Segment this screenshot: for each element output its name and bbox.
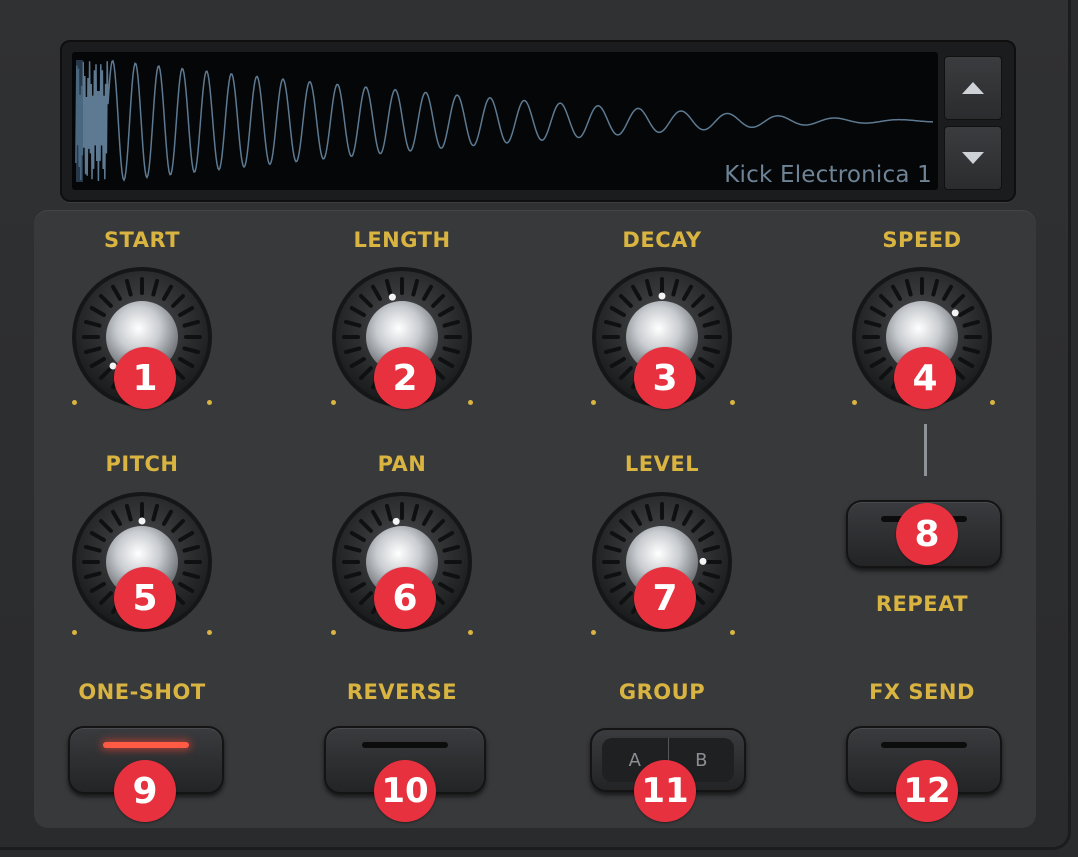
callout-badge-6: 6 — [374, 567, 436, 629]
waveform-display: Kick Electronica 1 — [72, 52, 938, 190]
one-shot-label: ONE-SHOT — [78, 680, 206, 704]
fx-send-label: FX SEND — [869, 680, 975, 704]
knob-indicator — [392, 517, 400, 525]
callout-badge-4: 4 — [894, 347, 956, 409]
group-label: GROUP — [618, 680, 706, 704]
sample-name: Kick Electronica 1 — [724, 162, 932, 188]
speed-repeat-connector — [924, 424, 927, 476]
next-sample-button[interactable] — [944, 126, 1002, 190]
range-dot — [331, 630, 336, 635]
one-shot-led — [103, 742, 189, 748]
callout-badge-8: 8 — [896, 503, 958, 565]
pitch-label: PITCH — [105, 452, 179, 476]
range-dot — [331, 400, 336, 405]
range-dot — [591, 400, 596, 405]
knob-indicator — [699, 557, 707, 565]
range-dot — [468, 630, 473, 635]
range-dot — [591, 630, 596, 635]
knob-indicator — [658, 292, 666, 300]
previous-sample-button[interactable] — [944, 56, 1002, 120]
start-label: START — [103, 228, 181, 252]
callout-badge-3: 3 — [634, 347, 696, 409]
speed-label: SPEED — [882, 228, 962, 252]
range-dot — [72, 630, 77, 635]
reverse-led — [362, 742, 448, 748]
callout-badge-9: 9 — [114, 760, 176, 822]
callout-badge-2: 2 — [374, 347, 436, 409]
range-dot — [730, 630, 735, 635]
length-label: LENGTH — [353, 228, 451, 252]
callout-badge-11: 11 — [634, 760, 696, 822]
triangle-down-icon — [962, 152, 984, 164]
decay-label: DECAY — [622, 228, 702, 252]
repeat-label: REPEAT — [875, 592, 969, 616]
fx-send-led — [881, 742, 967, 748]
callout-badge-5: 5 — [114, 567, 176, 629]
knob-indicator — [951, 309, 959, 317]
level-label: LEVEL — [624, 452, 700, 476]
callout-badge-12: 12 — [896, 760, 958, 822]
range-dot — [468, 400, 473, 405]
range-dot — [207, 400, 212, 405]
range-dot — [72, 400, 77, 405]
knob-indicator — [138, 517, 146, 525]
range-dot — [990, 400, 995, 405]
callout-badge-7: 7 — [634, 567, 696, 629]
triangle-up-icon — [962, 82, 984, 94]
knob-indicator — [388, 293, 396, 301]
reverse-label: REVERSE — [346, 680, 458, 704]
range-dot — [207, 630, 212, 635]
callout-badge-1: 1 — [114, 347, 176, 409]
callout-badge-10: 10 — [374, 760, 436, 822]
range-dot — [852, 400, 857, 405]
pan-label: PAN — [377, 452, 427, 476]
playhead-region — [76, 60, 83, 182]
range-dot — [730, 400, 735, 405]
